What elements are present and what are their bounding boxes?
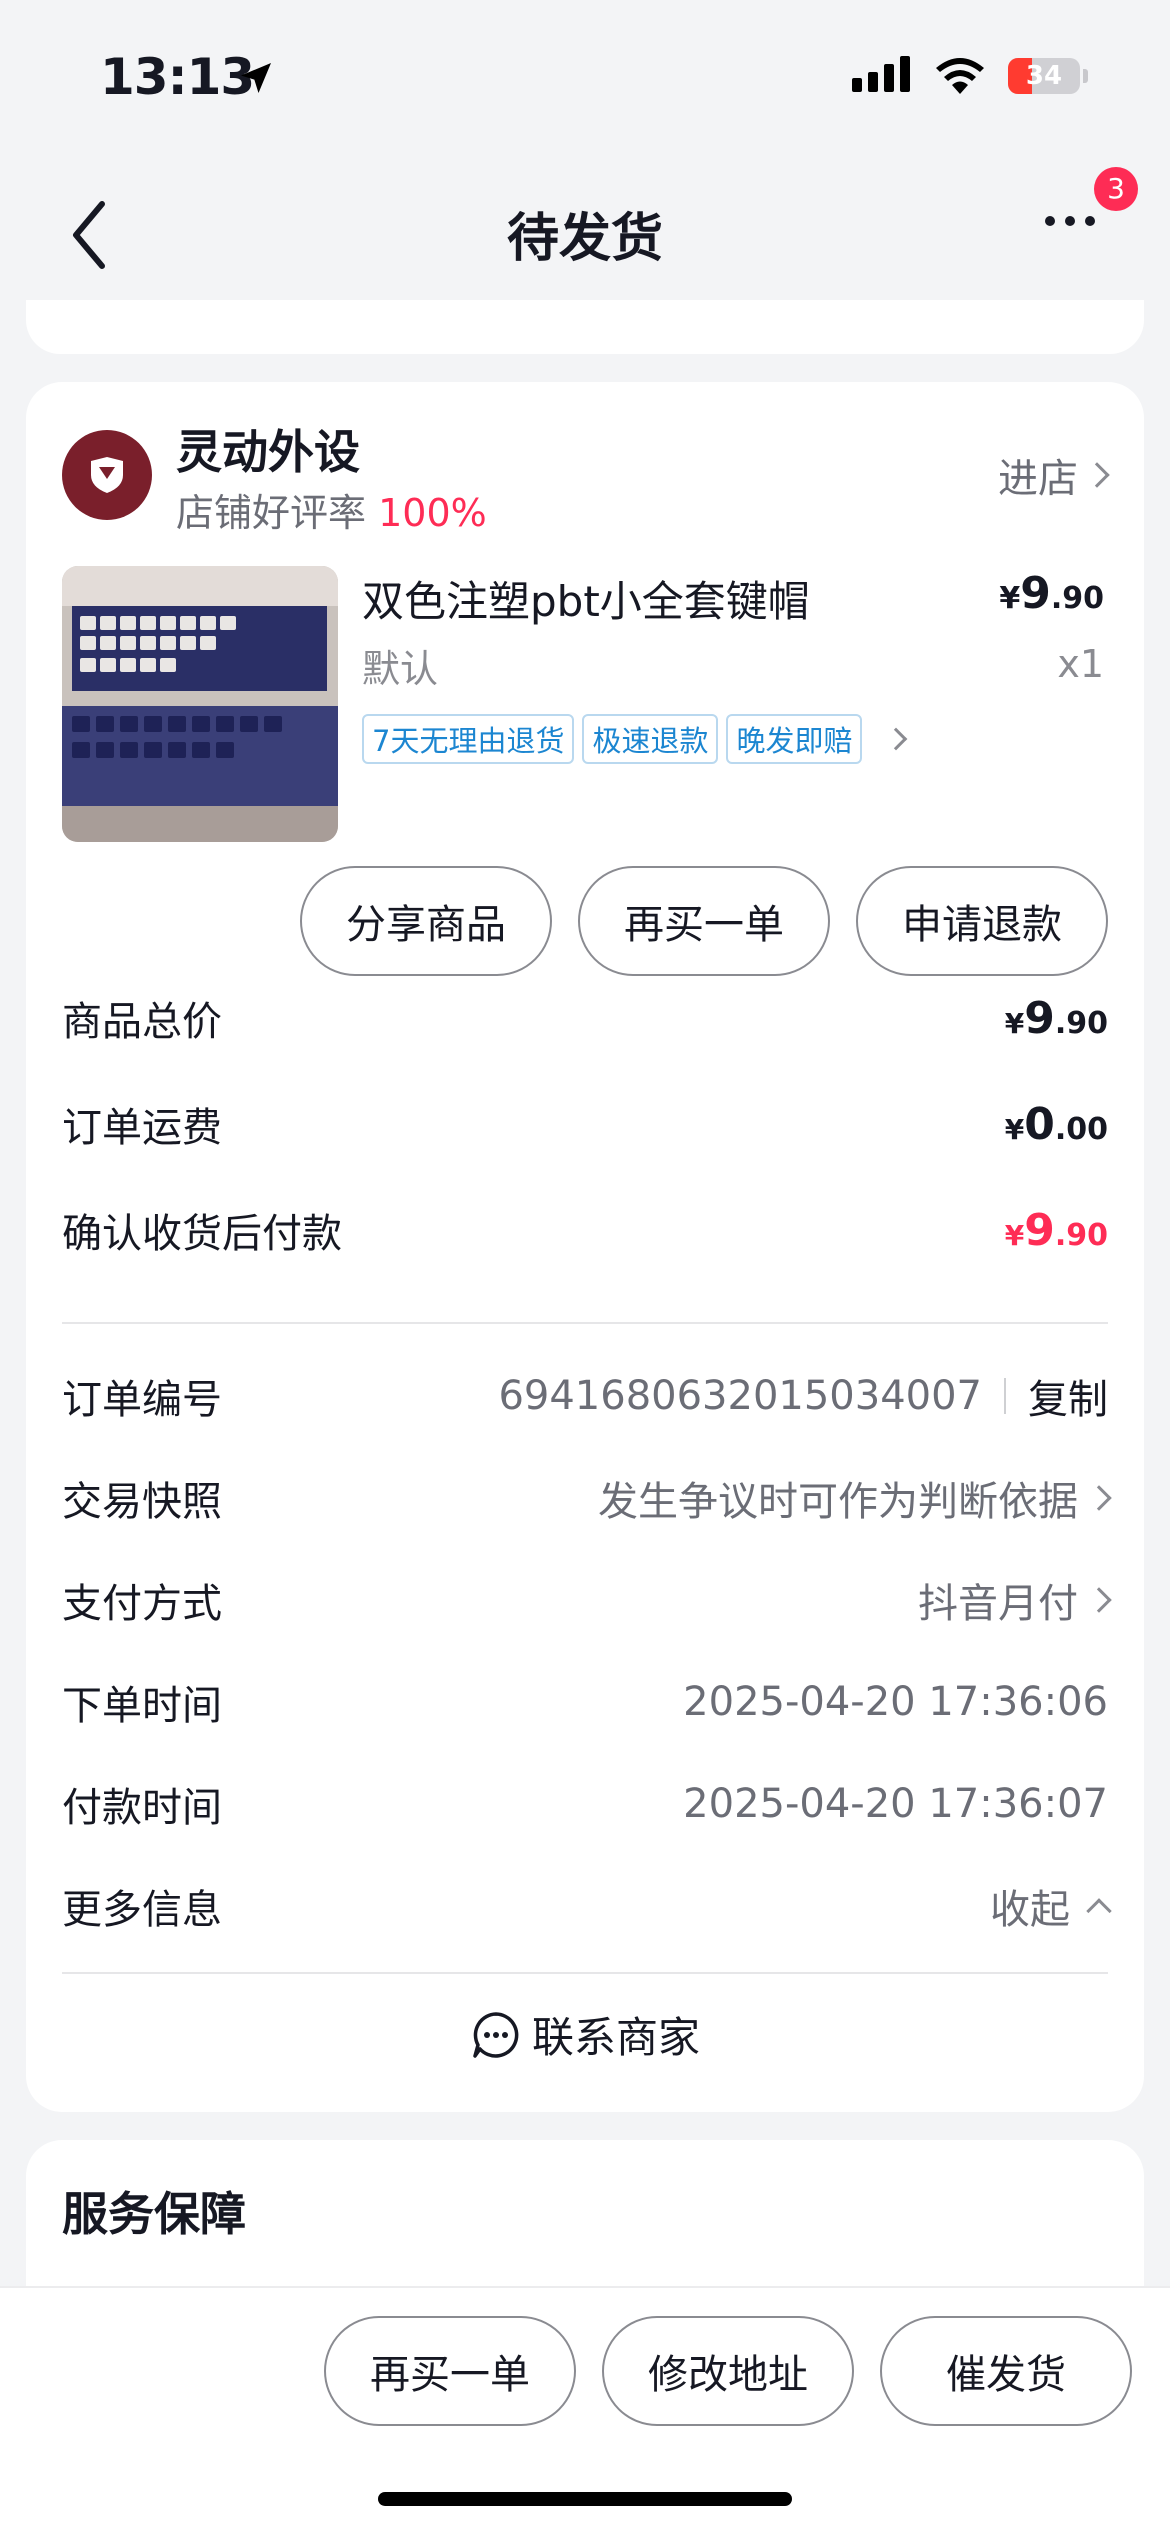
snapshot-label: 交易快照: [62, 1479, 222, 1525]
payment-method-row[interactable]: 支付方式 抖音月付: [62, 1570, 1112, 1630]
pay-time-label: 付款时间: [62, 1785, 222, 1831]
summary-total-row: 商品总价 ¥9.90: [62, 988, 1108, 1048]
enter-shop-label: 进店: [998, 456, 1078, 502]
order-time-row: 下单时间 2025-04-20 17:36:06: [62, 1672, 1108, 1732]
shop-logo[interactable]: [62, 430, 152, 520]
divider: [62, 1972, 1108, 1974]
service-tags[interactable]: 7天无理由退货 极速退款 晚发即赔: [362, 714, 908, 764]
snapshot-value: 发生争议时可作为判断依据: [598, 1469, 1112, 1527]
shop-rating: 店铺好评率 100%: [176, 482, 487, 537]
keyboard-photo: [62, 566, 338, 842]
previous-card-edge: [26, 300, 1144, 354]
order-number-row: 订单编号 6941680632015034007 复制: [62, 1366, 1108, 1426]
shop-logo-icon: [91, 457, 123, 493]
order-number-value: 6941680632015034007 复制: [498, 1367, 1108, 1425]
urge-shipping-button[interactable]: 催发货: [880, 2316, 1132, 2426]
share-product-button[interactable]: 分享商品: [300, 866, 552, 976]
bottom-buttons: 再买一单 修改地址 催发货: [324, 2316, 1132, 2426]
price-decimal: .90: [1050, 581, 1104, 616]
home-indicator[interactable]: [378, 2492, 792, 2506]
tag-fast-refund: 极速退款: [582, 714, 719, 764]
pay-time-row: 付款时间 2025-04-20 17:36:07: [62, 1774, 1108, 1834]
payment-value: 抖音月付: [918, 1571, 1112, 1629]
modify-address-button[interactable]: 修改地址: [602, 2316, 854, 2426]
product-name[interactable]: 双色注塑pbt小全套键帽: [362, 568, 810, 629]
rebuy-button[interactable]: 再买一单: [578, 866, 830, 976]
bottom-action-bar: 再买一单 修改地址 催发货: [0, 2286, 1170, 2532]
price-symbol: ¥: [999, 581, 1021, 616]
summary-value: ¥9.90: [1004, 992, 1108, 1044]
clock: 13:13: [100, 48, 255, 106]
shop-name[interactable]: 灵动外设: [176, 416, 360, 482]
summary-value: ¥9.90: [1004, 1204, 1108, 1256]
summary-label: 确认收货后付款: [62, 1211, 342, 1257]
status-bar: 13:13 34: [0, 0, 1170, 150]
summary-shipping-row: 订单运费 ¥0.00: [62, 1094, 1108, 1154]
chevron-right-icon: [1086, 1485, 1112, 1511]
product-price: ¥9.90: [999, 568, 1104, 619]
summary-label: 商品总价: [62, 999, 222, 1045]
separator: [1004, 1378, 1006, 1414]
product-spec: 默认: [362, 647, 439, 691]
more-info-label: 更多信息: [62, 1887, 222, 1933]
pay-time-value: 2025-04-20 17:36:07: [683, 1781, 1108, 1827]
cellular-signal-icon: [852, 56, 910, 92]
snapshot-row[interactable]: 交易快照 发生争议时可作为判断依据: [62, 1468, 1112, 1528]
enter-shop-button[interactable]: 进店: [998, 446, 1110, 504]
wifi-icon: [936, 58, 984, 94]
battery-icon: 34: [1008, 58, 1080, 94]
copy-button[interactable]: 复制: [1028, 1367, 1108, 1425]
contact-seller-label: 联系商家: [531, 2013, 700, 2062]
more-menu-button[interactable]: [1045, 216, 1115, 258]
product-actions: 分享商品 再买一单 申请退款: [300, 866, 1108, 976]
price-int: 9: [1020, 568, 1051, 619]
notification-badge: 3: [1094, 167, 1138, 211]
payment-label: 支付方式: [62, 1581, 222, 1627]
more-info-row[interactable]: 更多信息 收起: [62, 1876, 1112, 1936]
bottom-rebuy-button[interactable]: 再买一单: [324, 2316, 576, 2426]
more-dots-icon: [1045, 216, 1095, 226]
order-number-label: 订单编号: [62, 1377, 222, 1423]
tag-late-compensation: 晚发即赔: [726, 714, 863, 764]
collapse-toggle[interactable]: 收起: [990, 1877, 1112, 1935]
order-time-value: 2025-04-20 17:36:06: [683, 1679, 1108, 1725]
summary-pay-on-receipt-row: 确认收货后付款 ¥9.90: [62, 1200, 1108, 1260]
battery-tip: [1083, 69, 1088, 83]
battery-level: 34: [1025, 61, 1063, 91]
nav-bar: 待发货 3: [0, 167, 1170, 290]
shop-rating-value: 100%: [378, 491, 487, 535]
chevron-right-icon: [1084, 462, 1110, 488]
tag-return: 7天无理由退货: [362, 714, 575, 764]
chat-bubble-icon: [473, 2011, 519, 2058]
chevron-right-icon: [885, 727, 908, 751]
request-refund-button[interactable]: 申请退款: [856, 866, 1108, 976]
summary-value: ¥0.00: [1004, 1098, 1108, 1150]
product-image[interactable]: [62, 566, 338, 842]
order-number: 6941680632015034007: [498, 1373, 982, 1419]
service-title: 服务保障: [62, 2187, 246, 2241]
chevron-up-icon: [1086, 1898, 1112, 1924]
divider: [62, 1322, 1108, 1324]
chevron-right-icon: [1086, 1587, 1112, 1613]
order-card: 灵动外设 店铺好评率 100% 进店 双色注塑pbt小全套键帽 默认 ¥9.90…: [26, 382, 1144, 2112]
order-time-label: 下单时间: [62, 1683, 222, 1729]
contact-seller-button[interactable]: 联系商家: [26, 2004, 1144, 2065]
page-title: 待发货: [506, 209, 663, 269]
shop-rating-label: 店铺好评率: [176, 491, 367, 535]
summary-label: 订单运费: [62, 1105, 222, 1151]
product-quantity: x1: [1057, 642, 1104, 686]
location-arrow-icon: [241, 63, 271, 93]
